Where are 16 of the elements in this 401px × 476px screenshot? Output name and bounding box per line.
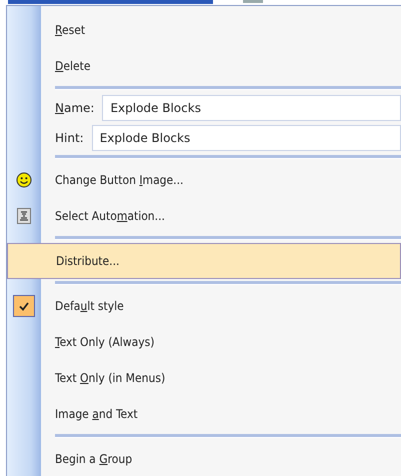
menu-item[interactable]: Reset (7, 12, 401, 48)
menu-item[interactable]: Select Automation... (7, 198, 401, 234)
smiley-icon (16, 172, 32, 188)
menu-item[interactable]: Distribute... (7, 243, 401, 279)
input-field[interactable]: Explode Blocks (92, 125, 401, 151)
menu-item[interactable]: Begin a Group (7, 441, 401, 476)
input-field[interactable]: Explode Blocks (102, 95, 401, 121)
menu-item[interactable]: Text Only (in Menus) (7, 360, 401, 396)
menu-item[interactable]: Default style (7, 288, 401, 324)
menu-item[interactable]: Text Only (Always) (7, 324, 401, 360)
menu-item[interactable]: Image and Text (7, 396, 401, 432)
menu-item[interactable]: Delete (7, 48, 401, 84)
menu-item[interactable]: Change Button Image... (7, 162, 401, 198)
document-icon (17, 208, 31, 224)
field-label: Name: (54, 101, 94, 115)
field-label: Hint: (54, 131, 84, 145)
